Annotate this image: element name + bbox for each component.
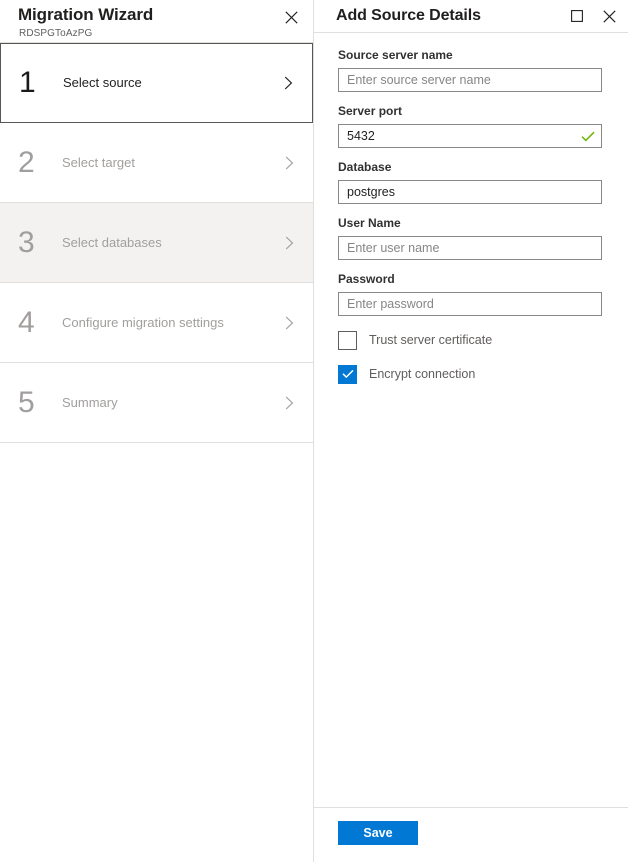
sidebar-item-summary[interactable]: 5 Summary	[0, 363, 313, 443]
input-container[interactable]	[338, 68, 602, 92]
valid-check-icon	[581, 129, 595, 143]
user-name-input[interactable]	[339, 237, 601, 259]
field-label: Database	[338, 159, 602, 176]
chevron-right-icon	[281, 395, 297, 411]
input-container[interactable]	[338, 124, 602, 148]
dialog-close-button[interactable]	[598, 5, 620, 27]
input-container[interactable]	[338, 236, 602, 260]
step-label: Select source	[63, 74, 280, 92]
dialog-body: Source server name Server port	[314, 33, 628, 807]
source-server-name-input[interactable]	[339, 69, 601, 91]
migration-wizard-window: Migration Wizard RDSPGToAzPG 1 Select so…	[0, 0, 628, 862]
field-password: Password	[338, 271, 602, 316]
field-label: Password	[338, 271, 602, 288]
close-icon	[285, 11, 298, 24]
sidebar-item-select-source[interactable]: 1 Select source	[0, 43, 313, 123]
maximize-button[interactable]	[566, 5, 588, 27]
checkbox-label: Encrypt connection	[369, 365, 475, 383]
trust-server-certificate-checkbox[interactable]	[338, 331, 357, 350]
step-label: Select databases	[62, 234, 281, 252]
field-user-name: User Name	[338, 215, 602, 260]
step-label: Configure migration settings	[62, 314, 281, 332]
step-label: Select target	[62, 154, 281, 172]
database-input[interactable]	[339, 181, 601, 203]
wizard-close-button[interactable]	[279, 5, 303, 29]
sidebar-item-select-target[interactable]: 2 Select target	[0, 123, 313, 203]
page-title: Migration Wizard	[18, 4, 313, 26]
input-container[interactable]	[338, 292, 602, 316]
wizard-subtitle: RDSPGToAzPG	[19, 27, 313, 41]
step-number: 2	[18, 146, 62, 180]
password-input[interactable]	[339, 293, 601, 315]
step-number: 3	[18, 226, 62, 260]
close-icon	[603, 10, 616, 23]
wizard-panel: Migration Wizard RDSPGToAzPG 1 Select so…	[0, 0, 314, 862]
checkbox-row-encrypt-connection[interactable]: Encrypt connection	[338, 364, 602, 384]
step-number: 4	[18, 306, 62, 340]
field-label: User Name	[338, 215, 602, 232]
add-source-details-dialog: Add Source Details Source server name	[314, 0, 628, 862]
wizard-step-list: 1 Select source 2 Select target 3 Select…	[0, 42, 313, 443]
checkmark-icon	[342, 369, 354, 379]
dialog-footer: Save	[314, 807, 628, 862]
chevron-right-icon	[281, 155, 297, 171]
field-source-server-name: Source server name	[338, 47, 602, 92]
dialog-title: Add Source Details	[336, 5, 481, 27]
encrypt-connection-checkbox[interactable]	[338, 365, 357, 384]
step-number: 5	[18, 386, 62, 420]
field-server-port: Server port	[338, 103, 602, 148]
field-label: Server port	[338, 103, 602, 120]
step-number: 1	[19, 66, 63, 100]
maximize-icon	[571, 10, 583, 22]
field-database: Database	[338, 159, 602, 204]
server-port-input[interactable]	[339, 125, 601, 147]
sidebar-item-configure-migration-settings[interactable]: 4 Configure migration settings	[0, 283, 313, 363]
step-label: Summary	[62, 394, 281, 412]
save-button[interactable]: Save	[338, 821, 418, 845]
chevron-right-icon	[281, 235, 297, 251]
checkbox-label: Trust server certificate	[369, 331, 492, 349]
checkbox-row-trust-server-certificate[interactable]: Trust server certificate	[338, 330, 602, 350]
dialog-header: Add Source Details	[314, 0, 628, 33]
input-container[interactable]	[338, 180, 602, 204]
field-label: Source server name	[338, 47, 602, 64]
wizard-header: Migration Wizard RDSPGToAzPG	[0, 0, 313, 42]
sidebar-item-select-databases[interactable]: 3 Select databases	[0, 203, 313, 283]
chevron-right-icon	[280, 75, 296, 91]
dialog-header-actions	[566, 0, 620, 32]
chevron-right-icon	[281, 315, 297, 331]
